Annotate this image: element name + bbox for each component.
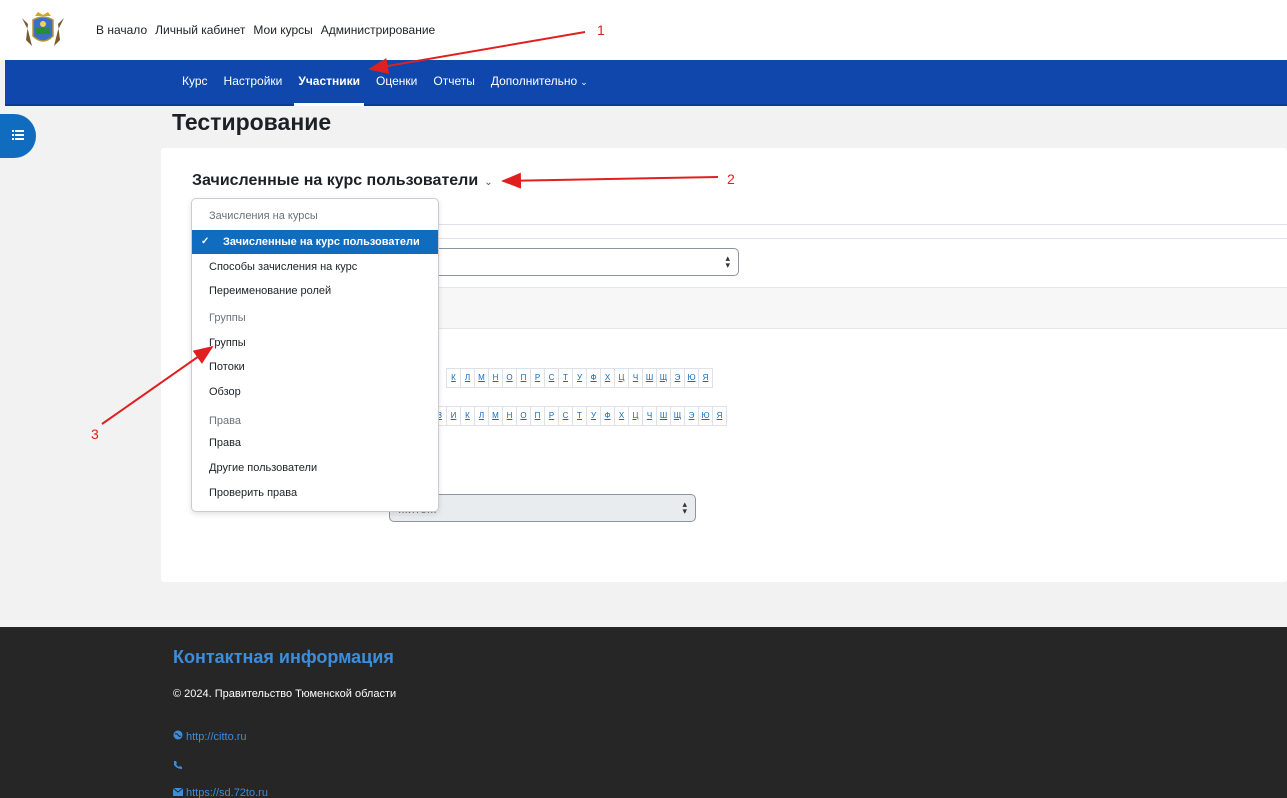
annotation-label-3: 3 [91,426,99,442]
annotation-arrow-3 [101,345,214,425]
envelope-icon [172,787,184,798]
footer-title: Контактная информация [173,647,394,667]
phone-icon [173,760,183,773]
annotation-arrow-2 [501,172,719,189]
footer-email-link-label: https://sd.72to.ru [186,787,268,798]
footer-site-link-label: http://citto.ru [186,730,247,743]
globe-icon [173,730,183,743]
footer-email-link[interactable]: https://sd.72to.ru [172,787,268,798]
annotation-label-1: 1 [597,22,605,38]
footer-phone-link[interactable] [173,760,183,773]
annotation-arrow-1 [368,31,586,74]
footer-site-link[interactable]: http://citto.ru [173,730,247,743]
annotation-label-2: 2 [727,171,735,187]
footer-copyright: © 2024. Правительство Тюменской области [173,688,397,700]
